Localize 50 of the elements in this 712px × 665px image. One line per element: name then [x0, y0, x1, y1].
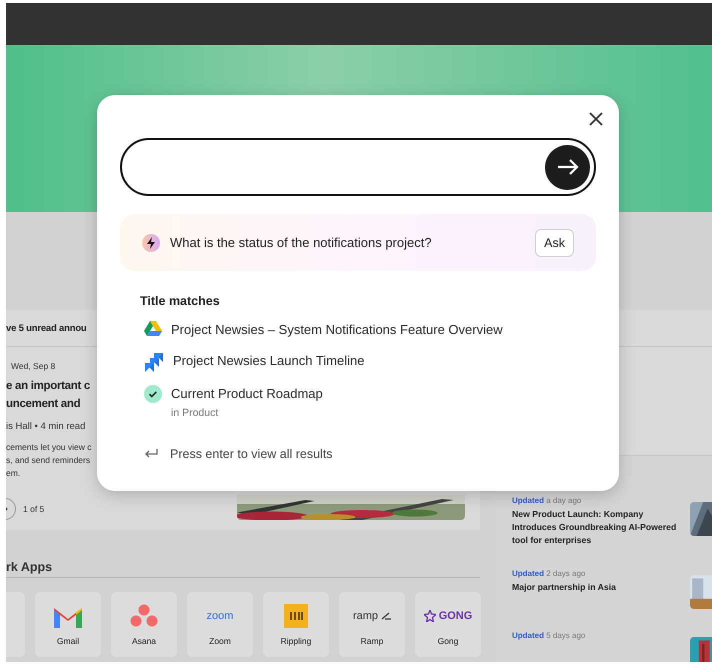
post-date: Wed, Sep 8: [11, 361, 56, 371]
app-tile[interactable]: zoom Zoom: [187, 592, 253, 657]
stacked-arrows-icon: [144, 352, 164, 372]
post-excerpt: em.: [6, 467, 20, 480]
app-tile[interactable]: Asana: [111, 592, 177, 657]
slash-mark-icon: [381, 612, 392, 620]
app-tile[interactable]: GONG Gong: [415, 592, 481, 657]
result-title[interactable]: Current Product Roadmap: [171, 385, 323, 403]
app-tile[interactable]: Gmail: [35, 592, 101, 657]
result-location: in Product: [171, 407, 220, 419]
triangle-logo-icon: [144, 321, 162, 337]
app-name: Ramp: [360, 636, 384, 646]
app-name: Gong: [438, 636, 458, 646]
post-excerpt: cements let you view c: [6, 441, 92, 454]
search-field[interactable]: [120, 138, 596, 196]
app-name: Gmail: [56, 636, 80, 646]
post-excerpt: s, and send reminders: [6, 454, 90, 467]
card-header: ve 5 unread annou: [6, 322, 87, 334]
stripes-logo-icon: [284, 604, 308, 628]
app-tile[interactable]: Rippling: [263, 592, 329, 657]
three-dots-logo-icon: [130, 604, 158, 628]
news-title[interactable]: New Product Launch: Kompany Introduces Groundbreaking AI-Powered tool for enterprises: [512, 508, 680, 547]
post-title: uncement and: [6, 397, 80, 412]
result-title[interactable]: Project Newsies Launch Timeline: [173, 352, 364, 370]
submit-button[interactable]: [545, 144, 590, 190]
lightning-icon: [142, 234, 160, 252]
post-title: e an important c: [6, 379, 90, 394]
enter-key-icon: [144, 448, 158, 460]
app-name: Rippling: [280, 636, 312, 646]
update-meta: Updated a day ago: [512, 496, 582, 505]
logo-text: zoom: [206, 610, 234, 622]
logo-text: GONG: [438, 610, 472, 622]
app-name: Zoom: [209, 636, 231, 646]
result-title[interactable]: Project Newsies – System Notifications Feature Overview: [171, 321, 503, 339]
star-icon: [424, 610, 436, 622]
update-meta: Updated 2 days ago: [512, 569, 586, 578]
enter-hint: Press enter to view all results: [170, 447, 333, 461]
update-meta: Updated 5 days ago: [512, 631, 586, 640]
app-tile[interactable]: ramp Ramp: [339, 592, 405, 657]
section-title: rk Apps: [6, 560, 480, 578]
check-circle-icon: [144, 385, 162, 403]
suggested-question[interactable]: What is the status of the notifications project?: [170, 235, 526, 250]
app-name: Asana: [132, 636, 156, 646]
pager-count: 1 of 5: [23, 504, 44, 514]
news-title[interactable]: Major partnership in Asia: [512, 581, 680, 594]
section-title: Title matches: [140, 294, 221, 308]
ask-button[interactable]: Ask: [535, 228, 574, 256]
post-byline: is Hall • 4 min read: [6, 421, 86, 432]
logo-text: ramp: [352, 610, 378, 622]
arrow-icon: [556, 159, 578, 175]
